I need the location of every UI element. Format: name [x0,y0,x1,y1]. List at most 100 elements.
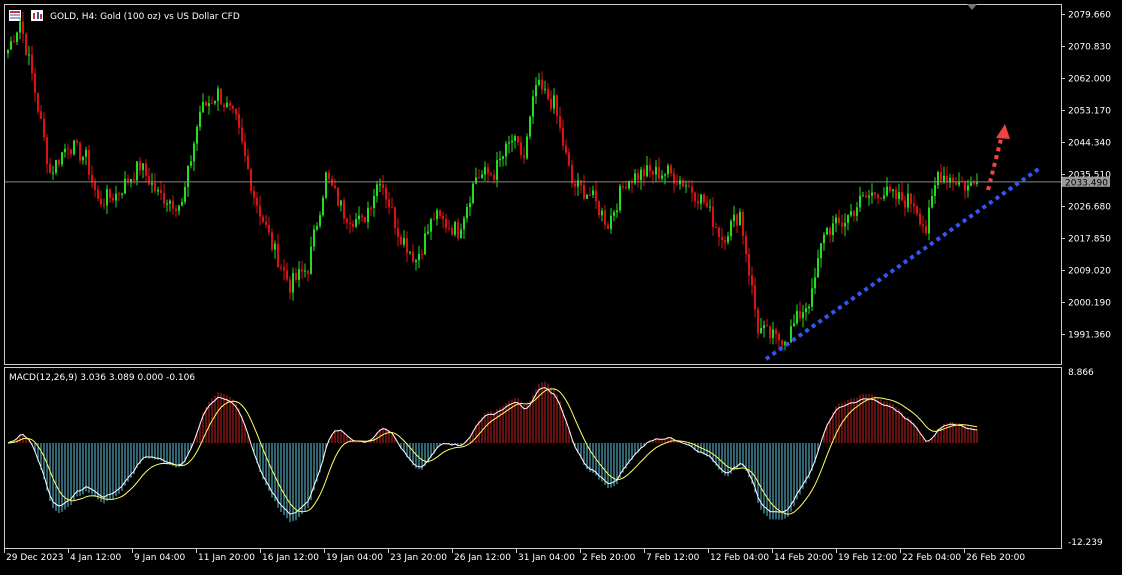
candle-body [871,192,873,196]
candle-body [889,186,891,192]
candle-body [253,191,255,198]
candle-body [388,199,390,208]
candle-body [955,182,957,185]
candle-body [850,211,852,216]
candle-body [421,253,423,255]
candle-body [391,207,393,209]
time-tick-label: 23 Jan 20:00 [390,553,447,563]
candle-body [565,145,567,153]
chart-svg[interactable]: GOLD, H4: Gold (100 oz) vs US Dollar CFD… [0,0,1122,571]
candle-body [547,88,549,99]
candle-body [781,340,783,346]
candle-body [439,210,441,216]
candle-body [349,222,351,224]
candle-body [556,95,558,117]
candle-body [190,161,192,166]
candle-body [325,172,327,198]
candle-body [424,233,426,255]
price-tick-label: 2062.000 [1068,75,1111,85]
time-tick-label: 22 Feb 04:00 [902,553,961,563]
time-tick-label: 19 Jan 04:00 [326,553,383,563]
candle-body [211,103,213,105]
candle-body [277,243,279,268]
price-tick-label: 2026.680 [1068,203,1111,213]
candle-body [280,267,282,269]
candle-body [64,148,66,153]
candle-body [334,185,336,188]
candle-body [553,95,555,109]
candle-body [34,73,36,93]
candle-body [883,195,885,199]
candle-body [832,223,834,235]
candle-body [469,202,471,208]
candle-body [58,159,60,165]
candle-body [910,193,912,204]
candle-body [433,219,435,221]
candle-body [97,189,99,199]
candle-body [907,193,909,208]
candle-body [601,210,603,216]
candle-body [367,207,369,223]
scroll-marker-icon[interactable] [967,4,977,10]
candle-body [718,227,720,237]
candle-body [517,136,519,143]
candle-body [115,193,117,201]
price-tick-label: 2079.660 [1068,11,1111,21]
candle-body [595,190,597,202]
candle-body [259,205,261,217]
candle-body [616,210,618,213]
candle-body [544,88,546,90]
candle-body [886,186,888,196]
candle-body [406,238,408,253]
candle-body [619,186,621,211]
price-tick-label: 1991.360 [1068,331,1111,341]
candle-body [754,285,756,310]
macd-header-label: MACD(12,26,9) 3.036 3.089 0.000 -0.106 [9,373,195,383]
candle-body [274,243,276,250]
price-tick-label: 2017.850 [1068,235,1111,245]
candle-body [862,195,864,197]
candle-body [226,102,228,107]
current-price-label: 2033.490 [1065,178,1108,188]
candle-body [928,207,930,234]
chart-menu-icon[interactable] [9,10,21,21]
candle-body [841,222,843,227]
candle-body [28,54,30,56]
candle-body [244,141,246,156]
candle-body [355,219,357,227]
candle-body [466,207,468,219]
candle-body [760,328,762,334]
time-tick-label: 14 Feb 20:00 [774,553,833,563]
candle-body [70,149,72,155]
candle-body [481,174,483,178]
chart-type-icon[interactable] [31,10,43,21]
time-axis: 29 Dec 2023 4 Jan 12:00 9 Jan 04:00 11 Jan … [4,549,1025,563]
candle-body [154,182,156,192]
candle-body [370,207,372,209]
candle-body [208,103,210,106]
candle-body [709,206,711,208]
candle-body [379,184,381,186]
candle-body [847,215,849,223]
projection-arrow-line[interactable] [986,138,1003,191]
candle-body [340,200,342,206]
candle-body [745,235,747,255]
candle-body [934,185,936,197]
candle-body [295,273,297,280]
candle-body [112,197,114,201]
candle-body [235,108,237,115]
candle-body [181,202,183,206]
candle-body [199,112,201,127]
time-tick-label: 9 Jan 04:00 [134,553,186,563]
candle-body [304,270,306,272]
projection-arrow-icon[interactable] [996,124,1010,139]
candle-body [532,96,534,117]
macd-line [7,387,978,515]
price-tick-label: 2009.020 [1068,267,1111,277]
candle-body [217,88,219,101]
candle-body [844,222,846,227]
candle-body [811,288,813,307]
candle-body [166,203,168,205]
candle-body [445,219,447,228]
candle-body [106,189,108,206]
